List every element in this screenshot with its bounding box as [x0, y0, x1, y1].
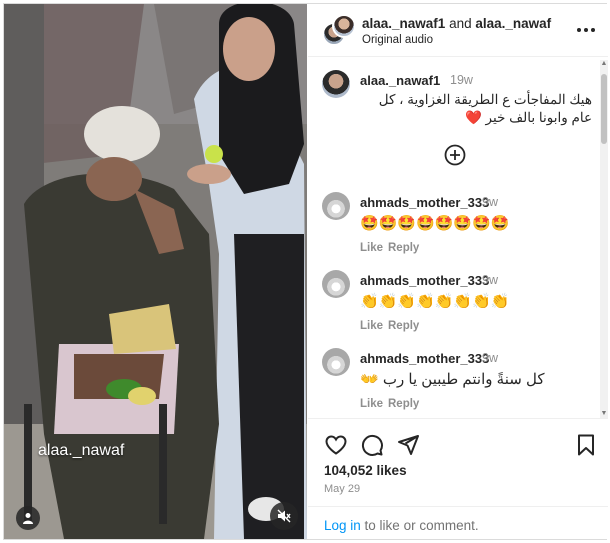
audio-label[interactable]: Original audio — [362, 34, 433, 46]
tagged-users-button[interactable] — [16, 506, 40, 530]
login-prompt: Log in to like or comment. — [308, 506, 608, 540]
post-dialog: alaa._nawaf alaa._nawaf1 and alaa._nawaf — [3, 3, 608, 540]
comment-like-button[interactable]: Like — [360, 242, 383, 254]
comment-time[interactable]: 9w — [482, 273, 498, 287]
author-avatars[interactable] — [322, 14, 356, 48]
caption-time[interactable]: 19w — [450, 73, 473, 87]
avatar — [332, 14, 356, 38]
author-link[interactable]: alaa._nawaf — [475, 16, 551, 31]
load-more-comments-button[interactable] — [444, 144, 466, 166]
comment-like-button[interactable]: Like — [360, 320, 383, 332]
post-header: alaa._nawaf1 and alaa._nawaf Original au… — [308, 4, 608, 57]
heart-icon[interactable] — [324, 433, 348, 457]
scroll-up-arrow-icon[interactable]: ▲ — [600, 60, 608, 68]
post-video[interactable]: alaa._nawaf — [4, 4, 307, 539]
comment-reply-button[interactable]: Reply — [388, 242, 419, 254]
author-names: alaa._nawaf1 and alaa._nawaf — [362, 16, 551, 31]
comment-icon[interactable] — [360, 433, 384, 457]
scrollbar-thumb[interactable] — [601, 74, 607, 144]
comment-item: ahmads_mother_333 9w 🤩🤩🤩🤩🤩🤩🤩🤩 Like Reply — [322, 192, 592, 262]
post-actions: 104,052 likes May 29 Log in to like or c… — [308, 418, 608, 539]
comment-time[interactable]: 9w — [482, 195, 498, 209]
caption-username[interactable]: alaa._nawaf1 — [360, 73, 440, 88]
comments-scrollbar[interactable]: ▲ ▼ — [600, 60, 608, 418]
post-date[interactable]: May 29 — [324, 483, 360, 495]
heart-emoji: ❤️ — [464, 110, 482, 125]
login-link[interactable]: Log in — [324, 518, 361, 533]
comment-item: ahmads_mother_333 9w كل سنةً وانتم طيبين… — [322, 348, 592, 418]
avatar[interactable] — [322, 192, 350, 220]
comment-reply-button[interactable]: Reply — [388, 320, 419, 332]
login-prompt-text: to like or comment. — [360, 518, 479, 533]
speaker-muted-icon — [277, 509, 291, 523]
comment-username[interactable]: ahmads_mother_333 — [360, 195, 489, 210]
comments-list[interactable]: alaa._nawaf1 19w هيك المفاجأت ع الطريقة … — [308, 60, 600, 418]
circle-plus-icon — [444, 144, 466, 166]
comment-username[interactable]: ahmads_mother_333 — [360, 273, 489, 288]
comment-text: 🤩🤩🤩🤩🤩🤩🤩🤩 — [360, 215, 510, 232]
comment-time[interactable]: 9w — [482, 351, 498, 365]
scroll-down-arrow-icon[interactable]: ▼ — [600, 410, 608, 418]
author-joiner: and — [445, 16, 476, 31]
avatar[interactable] — [322, 270, 350, 298]
comment-text: كل سنةً وانتم طيبين يا رب 👐 — [360, 371, 545, 388]
likes-count[interactable]: 104,052 likes — [324, 463, 407, 478]
avatar[interactable] — [322, 70, 350, 98]
person-icon — [23, 513, 33, 524]
post-sidebar: alaa._nawaf1 and alaa._nawaf Original au… — [308, 4, 608, 539]
caption-text: هيك المفاجأت ع الطريقة الغزاوية ، كل عام… — [360, 91, 592, 127]
more-options-button[interactable] — [576, 20, 596, 40]
caption-body: هيك المفاجأت ع الطريقة الغزاوية ، كل عام… — [378, 92, 592, 125]
comment-like-button[interactable]: Like — [360, 398, 383, 410]
comment-reply-button[interactable]: Reply — [388, 398, 419, 410]
mute-button[interactable] — [270, 502, 298, 530]
comment-text: 👏👏👏👏👏👏👏👏 — [360, 293, 510, 310]
comment-item: ahmads_mother_333 9w 👏👏👏👏👏👏👏👏 Like Reply — [322, 270, 592, 340]
share-icon[interactable] — [396, 433, 420, 457]
more-horizontal-icon — [577, 28, 595, 32]
bookmark-icon[interactable] — [574, 433, 598, 457]
author-link[interactable]: alaa._nawaf1 — [362, 16, 445, 31]
comment-username[interactable]: ahmads_mother_333 — [360, 351, 489, 366]
watermark-text: alaa._nawaf — [38, 442, 125, 459]
avatar[interactable] — [322, 348, 350, 376]
